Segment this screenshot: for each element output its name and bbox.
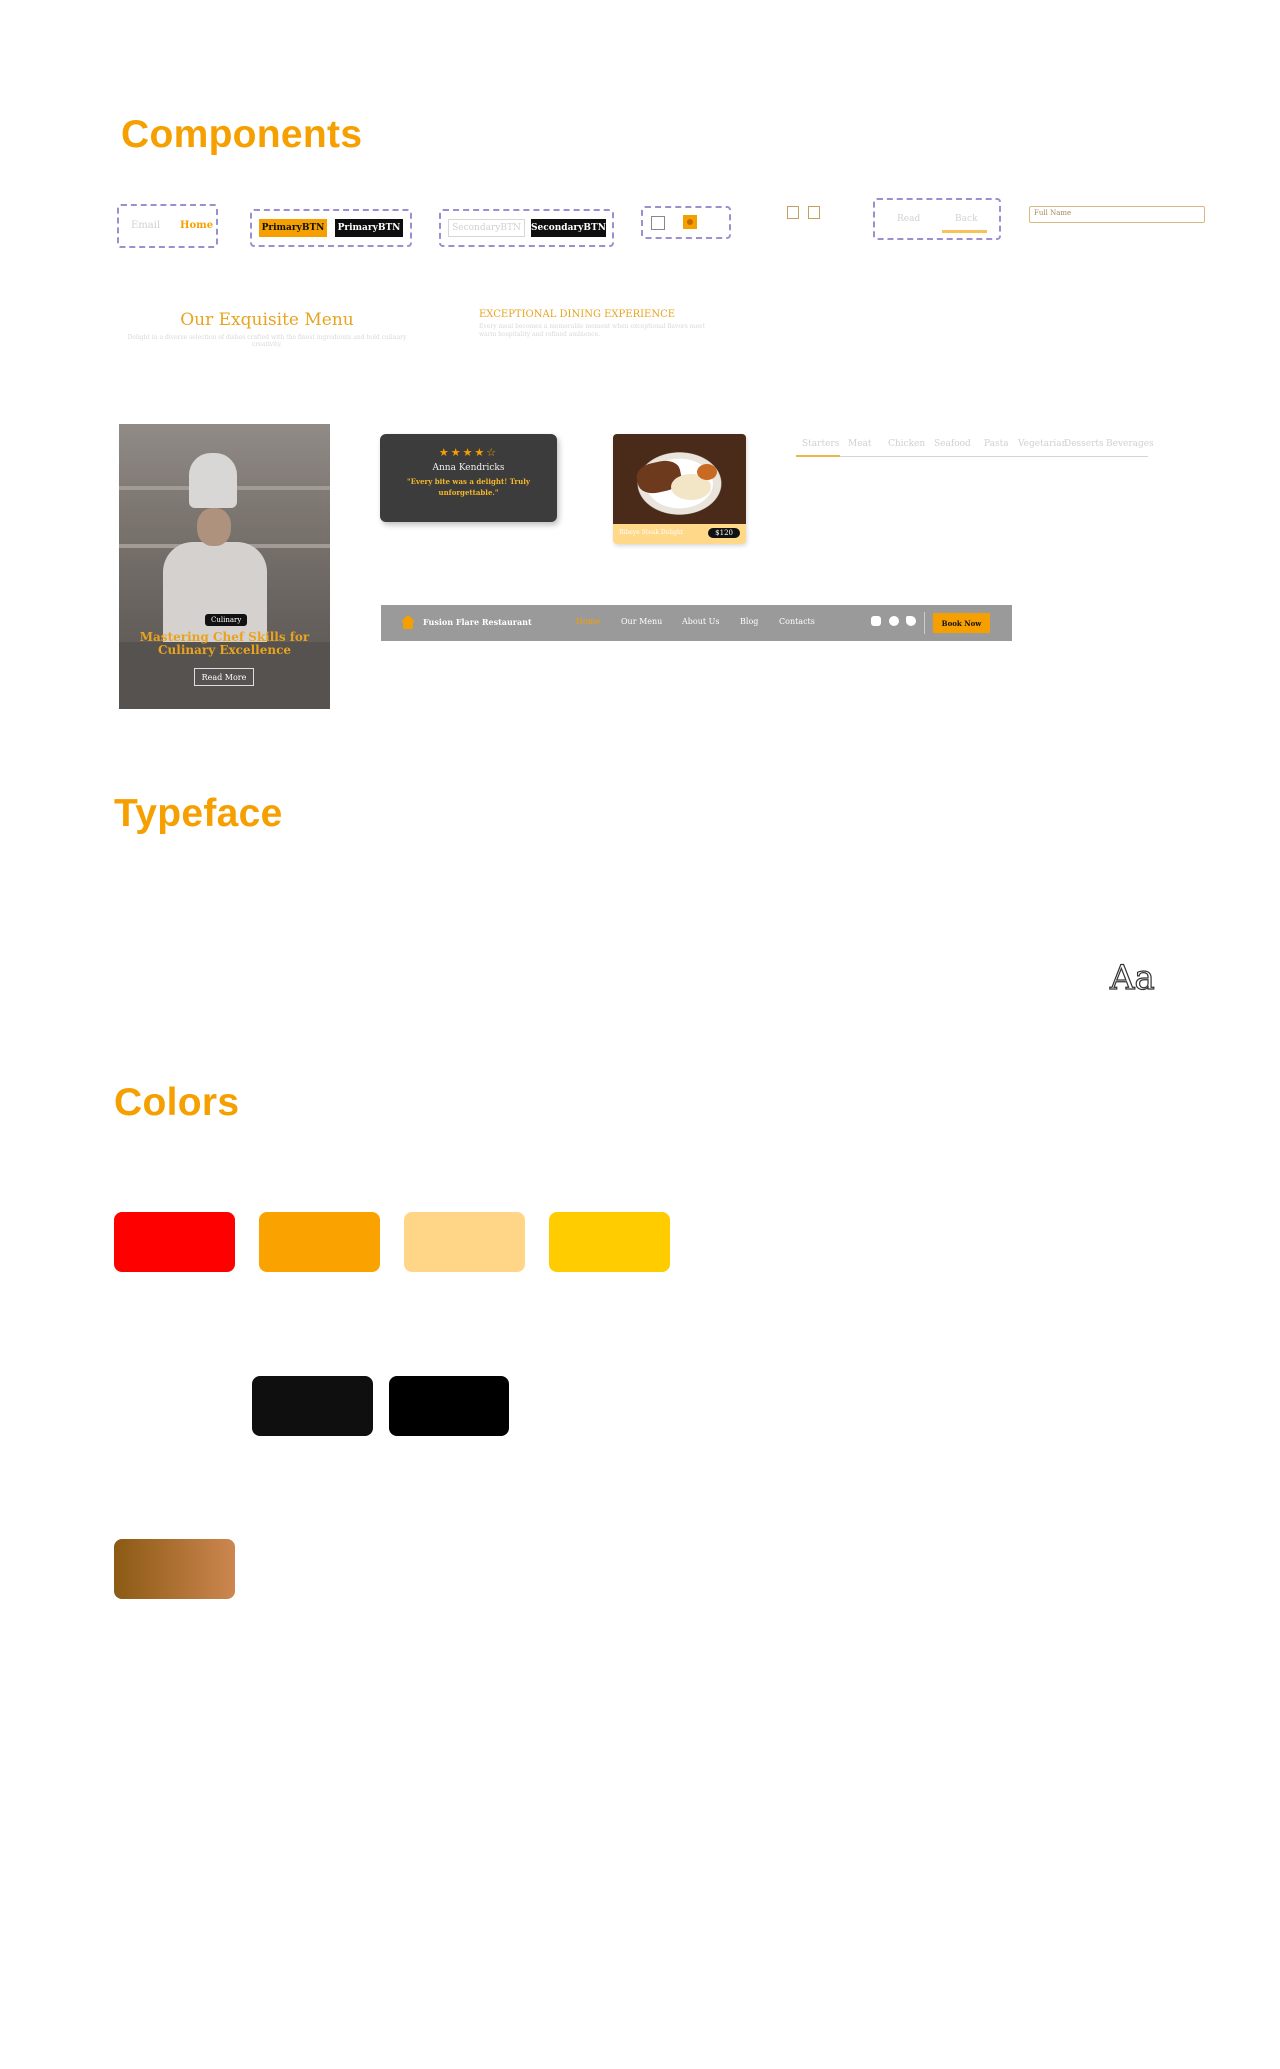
- tabs-example: Read Back: [873, 198, 1001, 240]
- home-logo-icon[interactable]: [401, 615, 415, 629]
- checkbox-checked[interactable]: [683, 215, 697, 229]
- components-title: Components: [121, 113, 363, 156]
- checkbox-small-2[interactable]: [808, 206, 820, 219]
- checkbox-unchecked[interactable]: [651, 216, 665, 230]
- image-overlay: [119, 424, 330, 709]
- typeface-title: Typeface: [114, 792, 283, 835]
- brand-name[interactable]: Fusion Flare Restaurant: [423, 617, 532, 627]
- review-card: ★★★★☆ Anna Kendricks "Every bite was a d…: [380, 434, 557, 522]
- nav-item-email[interactable]: Email: [131, 220, 160, 231]
- blog-tag: Culinary: [205, 614, 248, 626]
- experience-heading: EXCEPTIONAL DINING EXPERIENCE: [479, 309, 676, 320]
- navbar-divider: [924, 612, 925, 634]
- filter-tab-vegetarian[interactable]: Vegetarian: [1018, 439, 1067, 449]
- reviewer-name: Anna Kendricks: [432, 463, 505, 473]
- tab-read[interactable]: Read: [897, 214, 920, 224]
- dish-name: Ribeye Steak Delight: [619, 529, 684, 536]
- secondary-button[interactable]: SecondaryBTN: [448, 219, 525, 237]
- dish-price-badge: $120: [708, 528, 740, 538]
- swatch-black: [389, 1376, 509, 1436]
- primary-button-hover[interactable]: PrimaryBTN: [335, 219, 403, 237]
- experience-subheading: Every meal becomes a memorable moment wh…: [479, 323, 705, 339]
- tab-active-underline: [942, 230, 987, 233]
- full-name-input[interactable]: Full Name: [1029, 206, 1205, 223]
- dish-card[interactable]: Ribeye Steak Delight $120: [613, 434, 746, 544]
- filter-tab-beverages[interactable]: Beverages: [1106, 439, 1154, 449]
- checkbox-example: [641, 206, 731, 239]
- swatch-light-orange: [404, 1212, 525, 1272]
- roasted-vegetables: [697, 464, 717, 480]
- nav-link-about-us[interactable]: About Us: [682, 617, 719, 626]
- nav-item-home[interactable]: Home: [180, 220, 213, 231]
- menu-heading: Our Exquisite Menu: [180, 310, 354, 330]
- blog-card[interactable]: Culinary Mastering Chef Skills for Culin…: [119, 424, 330, 709]
- nav-link-our-menu[interactable]: Our Menu: [621, 617, 662, 626]
- instagram-icon[interactable]: [871, 616, 881, 626]
- swatch-gradient-bronze: [114, 1539, 235, 1599]
- swatch-near-black: [252, 1376, 373, 1436]
- nav-link-contacts[interactable]: Contacts: [779, 617, 815, 626]
- filter-active-underline: [796, 455, 840, 457]
- primary-button[interactable]: PrimaryBTN: [259, 219, 327, 237]
- review-quote: "Every bite was a delight! Truly unforge…: [407, 477, 530, 497]
- menu-filter-tabs: Starters Meat Chicken Seafood Pasta Vege…: [796, 437, 1154, 457]
- filter-tab-meat[interactable]: Meat: [848, 439, 872, 449]
- filter-tab-seafood[interactable]: Seafood: [934, 439, 971, 449]
- filter-tab-starters[interactable]: Starters: [802, 439, 839, 449]
- nav-link-home[interactable]: Home: [576, 617, 600, 626]
- swatch-yellow: [549, 1212, 670, 1272]
- swatch-red: [114, 1212, 235, 1272]
- rating-stars-icon: ★★★★☆: [438, 446, 499, 459]
- read-more-button[interactable]: Read More: [194, 668, 254, 686]
- blog-title: Mastering Chef Skills for Culinary Excel…: [139, 630, 310, 658]
- tab-back[interactable]: Back: [955, 214, 977, 224]
- typeface-sample: Aa: [1109, 957, 1155, 998]
- facebook-icon[interactable]: [889, 616, 899, 626]
- swatch-orange: [259, 1212, 380, 1272]
- filter-tab-chicken[interactable]: Chicken: [888, 439, 925, 449]
- colors-title: Colors: [114, 1081, 240, 1124]
- book-now-button[interactable]: Book Now: [933, 613, 990, 633]
- navbar-example: Fusion Flare Restaurant Home Our Menu Ab…: [381, 605, 1012, 641]
- nav-items-example: Email Home: [117, 204, 218, 248]
- twitter-icon[interactable]: [906, 616, 916, 626]
- checkbox-small-1[interactable]: [787, 206, 799, 219]
- secondary-buttons-example: SecondaryBTN SecondaryBTN: [439, 209, 614, 247]
- primary-buttons-example: PrimaryBTN PrimaryBTN: [250, 209, 412, 247]
- filter-tab-pasta[interactable]: Pasta: [984, 439, 1009, 449]
- nav-link-blog[interactable]: Blog: [740, 617, 758, 626]
- secondary-button-hover[interactable]: SecondaryBTN: [531, 219, 606, 237]
- menu-subheading: Delight in a diverse selection of dishes…: [127, 334, 407, 348]
- dish-image: [613, 434, 746, 524]
- filter-tab-desserts[interactable]: Desserts: [1064, 439, 1104, 449]
